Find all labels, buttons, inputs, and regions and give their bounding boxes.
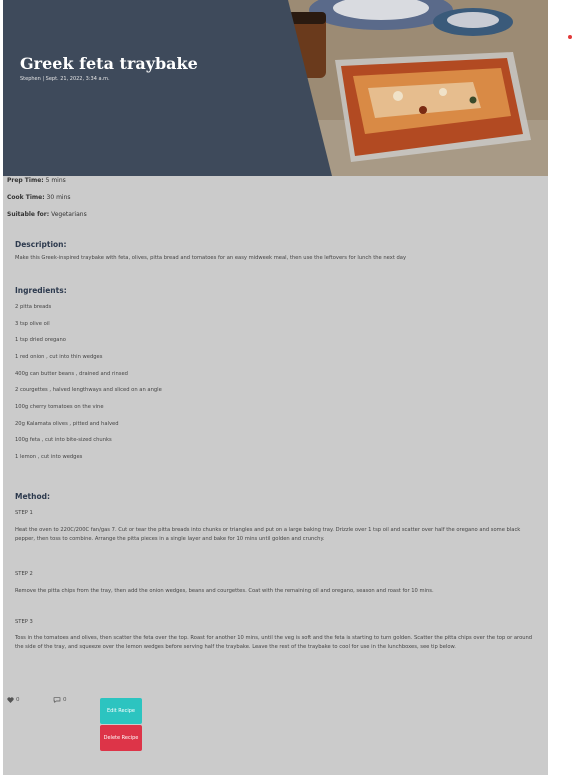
method-heading: Method: xyxy=(15,492,50,501)
ingredient-item: 1 tsp dried oregano xyxy=(15,337,66,343)
comments-count: 0 xyxy=(63,697,67,703)
ingredient-item: 2 courgettes , halved lengthways and sli… xyxy=(15,387,162,393)
ingredient-item: 1 red onion , cut into thin wedges xyxy=(15,354,103,360)
delete-recipe-button[interactable]: Delete Recipe xyxy=(100,725,142,751)
ingredient-item: 3 tsp olive oil xyxy=(15,321,50,327)
cook-time-value: 30 mins xyxy=(46,194,71,201)
ingredient-item: 2 pitta breads xyxy=(15,304,52,310)
ingredient-item: 1 lemon , cut into wedges xyxy=(15,454,83,460)
cook-time: Cook Time: 30 mins xyxy=(7,194,71,201)
suitable-for-label: Suitable for: xyxy=(7,211,50,218)
step-label: STEP 1 xyxy=(15,510,33,516)
description-heading: Description: xyxy=(15,240,67,249)
recipe-photo xyxy=(3,0,548,176)
likes[interactable]: 0 xyxy=(7,697,20,703)
ingredient-item: 100g cherry tomatoes on the vine xyxy=(15,404,104,410)
step-label: STEP 3 xyxy=(15,619,33,625)
ingredient-item: 100g feta , cut into bite-sized chunks xyxy=(15,437,112,443)
comment-icon xyxy=(53,697,61,703)
prep-time-label: Prep Time: xyxy=(7,177,44,184)
comments[interactable]: 0 xyxy=(53,697,67,703)
step-text: Remove the pitta chips from the tray, th… xyxy=(15,588,434,594)
prep-time-value: 5 mins xyxy=(45,177,66,184)
recipe-title: Greek feta traybake xyxy=(20,54,198,73)
suitable-for: Suitable for: Vegetarians xyxy=(7,211,87,218)
ingredient-item: 400g can butter beans , drained and rins… xyxy=(15,371,128,377)
suitable-for-value: Vegetarians xyxy=(51,211,87,218)
step-text: Heat the oven to 220C/200C fan/gas 7. Cu… xyxy=(15,527,521,542)
recipe-card: Greek feta traybake Stephen | Sept. 21, … xyxy=(3,0,548,775)
likes-count: 0 xyxy=(16,697,20,703)
ingredients-heading: Ingredients: xyxy=(15,286,67,295)
heart-icon xyxy=(7,697,14,703)
step-label: STEP 2 xyxy=(15,571,33,577)
edit-recipe-button[interactable]: Edit Recipe xyxy=(100,698,142,724)
recipe-hero: Greek feta traybake Stephen | Sept. 21, … xyxy=(3,0,548,176)
recipe-meta: Stephen | Sept. 21, 2022, 3:34 a.m. xyxy=(20,76,110,82)
ingredient-item: 20g Kalamata olives , pitted and halved xyxy=(15,421,119,427)
bullet-dot xyxy=(568,35,572,39)
prep-time: Prep Time: 5 mins xyxy=(7,177,66,184)
step-text: Toss in the tomatoes and olives, then sc… xyxy=(15,635,533,650)
description-text: Make this Greek-inspired traybake with f… xyxy=(15,255,407,261)
cook-time-label: Cook Time: xyxy=(7,194,45,201)
